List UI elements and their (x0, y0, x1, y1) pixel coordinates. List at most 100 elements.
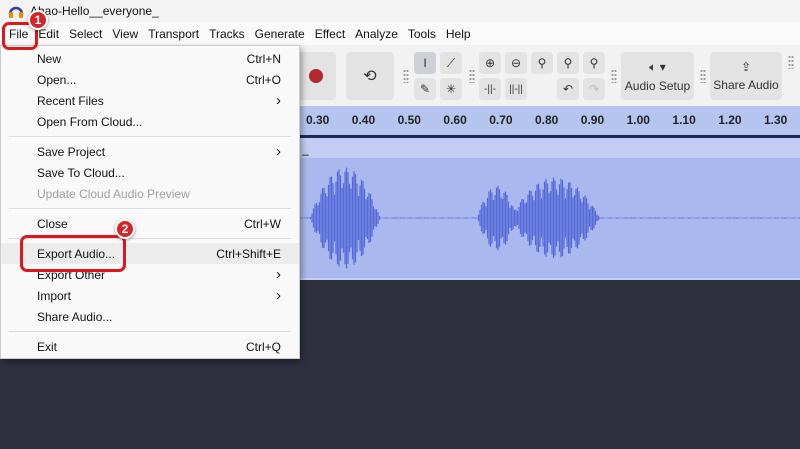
menu-generate[interactable]: Generate (250, 27, 310, 41)
ruler-tick: 1.30 (764, 113, 788, 127)
toolbar-grip[interactable] (700, 69, 706, 83)
menu-item-open-from-cloud[interactable]: Open From Cloud... (1, 111, 299, 132)
record-icon (309, 69, 323, 83)
asterisk-icon: ✳ (445, 82, 457, 96)
trim-icon: -||- (484, 83, 496, 95)
menu-item-label: Save To Cloud... (37, 165, 125, 180)
menu-item-save-to-cloud[interactable]: Save To Cloud... (1, 162, 299, 183)
upload-icon: ⇪ (740, 60, 752, 74)
menu-help[interactable]: Help (441, 27, 476, 41)
multi-tool[interactable]: ✳ (440, 78, 462, 100)
share-audio-button[interactable]: ⇪ Share Audio (710, 52, 782, 100)
menu-item-close[interactable]: Close Ctrl+W (1, 213, 299, 234)
redo-button[interactable]: ↷ (583, 78, 605, 100)
chevron-right-icon: › (276, 266, 281, 283)
ruler-tick: 0.90 (580, 113, 605, 127)
silence-button[interactable]: ||-|| (505, 78, 527, 100)
ruler-tick: 0.50 (397, 113, 421, 127)
menu-item-label: Open From Cloud... (37, 114, 143, 129)
toolbar-grip[interactable] (403, 69, 409, 83)
zoom-out-button[interactable]: ⊖ (505, 52, 527, 74)
menu-effect[interactable]: Effect (310, 27, 350, 41)
export-audio-highlight (20, 235, 126, 272)
menu-separator (9, 208, 291, 209)
draw-tool[interactable]: ✎ (414, 78, 436, 100)
menu-item-share-audio[interactable]: Share Audio... (1, 306, 299, 327)
fit-project-button[interactable]: ⚲ (557, 52, 579, 74)
silence-icon: ||-|| (509, 83, 523, 95)
trim-button[interactable]: -||- (479, 78, 501, 100)
menu-item-import[interactable]: Import › (1, 285, 299, 306)
track-name: _ (302, 142, 309, 156)
fit-selection-button[interactable]: ⚲ (531, 52, 553, 74)
ruler-tick: 0.30 (306, 113, 330, 127)
ruler-tick: 0.60 (443, 113, 467, 127)
redo-icon: ↷ (588, 82, 600, 96)
zoom-out-icon: ⊖ (510, 56, 522, 70)
envelope-icon: ⟋ (446, 55, 456, 70)
chevron-right-icon: › (276, 143, 281, 160)
zoom-toggle-button[interactable]: ⚲ (583, 52, 605, 74)
zoom-in-button[interactable]: ⊕ (479, 52, 501, 74)
menu-item-save-project[interactable]: Save Project › (1, 141, 299, 162)
undo-icon: ↶ (562, 82, 574, 96)
ruler-tick: 1.00 (626, 113, 650, 127)
menu-item-label: New (37, 51, 62, 66)
record-button[interactable] (296, 52, 336, 100)
menu-shortcut: Ctrl+Q (245, 339, 281, 354)
menu-tools[interactable]: Tools (403, 27, 441, 41)
menu-item-label: Close (37, 216, 68, 231)
selection-tool[interactable]: I (414, 52, 436, 74)
headphones-icon (8, 6, 24, 18)
envelope-tool[interactable]: ⟋ (440, 52, 462, 74)
menu-shortcut: Ctrl+Shift+E (216, 246, 281, 261)
menu-shortcut: Ctrl+O (245, 72, 281, 87)
step-badge-1: 1 (28, 10, 48, 30)
waveform-path (299, 167, 800, 269)
toolbar-grip[interactable] (469, 69, 475, 83)
menu-shortcut: Ctrl+N (246, 51, 281, 66)
menu-tracks[interactable]: Tracks (204, 27, 250, 41)
menu-shortcut: Ctrl+W (244, 216, 281, 231)
menu-view[interactable]: View (107, 27, 143, 41)
menu-transport[interactable]: Transport (143, 27, 204, 41)
chevron-right-icon: › (276, 287, 281, 304)
chevron-right-icon: › (276, 92, 281, 109)
step-badge-2: 2 (115, 219, 135, 239)
menu-separator (9, 331, 291, 332)
menu-item-label: Recent Files (37, 93, 104, 108)
loop-button[interactable]: ⟲ (346, 52, 394, 100)
loop-icon: ⟲ (363, 68, 377, 85)
menu-item-update-cloud-audio-preview[interactable]: Update Cloud Audio Preview (1, 183, 299, 204)
window-title: Ahao-Hello__everyone_ (30, 4, 159, 18)
audio-setup-button[interactable]: 🔈︎ ▾ Audio Setup (621, 52, 694, 100)
file-menu: New Ctrl+N Open... Ctrl+O Recent Files › Open … (0, 45, 300, 359)
menu-item-exit[interactable]: Exit Ctrl+Q (1, 336, 299, 357)
menu-item-new[interactable]: New Ctrl+N (1, 48, 299, 69)
zoom-fit-icon: ⚲ (563, 56, 573, 70)
pencil-icon: ✎ (419, 82, 431, 96)
menu-item-label: Open... (37, 72, 77, 87)
menu-item-open[interactable]: Open... Ctrl+O (1, 69, 299, 90)
menu-item-label: Update Cloud Audio Preview (37, 186, 190, 201)
toolbar-grip[interactable] (611, 69, 617, 83)
menu-separator (9, 136, 291, 137)
cursor-icon: I (423, 56, 427, 70)
speaker-icon: 🔈︎ ▾ (649, 59, 666, 74)
ruler-tick: 1.10 (672, 113, 696, 127)
zoom-in-icon: ⊕ (484, 56, 496, 70)
zoom-toggle-icon: ⚲ (589, 56, 599, 70)
menu-item-label: Import (37, 288, 72, 303)
menu-analyze[interactable]: Analyze (350, 27, 403, 41)
toolbar-grip[interactable] (788, 55, 794, 69)
undo-button[interactable]: ↶ (557, 78, 579, 100)
menu-bar: File Edit Select View Transport Tracks Generat… (0, 22, 800, 45)
title-bar: Ahao-Hello__everyone_ (0, 0, 800, 22)
menu-select[interactable]: Select (64, 27, 107, 41)
zoom-selection-icon: ⚲ (537, 56, 547, 70)
ruler-tick: 1.20 (718, 113, 742, 127)
menu-item-label: Exit (37, 339, 58, 354)
menu-item-label: Share Audio... (37, 309, 113, 324)
menu-item-recent-files[interactable]: Recent Files › (1, 90, 299, 111)
menu-item-label: Save Project (37, 144, 106, 159)
